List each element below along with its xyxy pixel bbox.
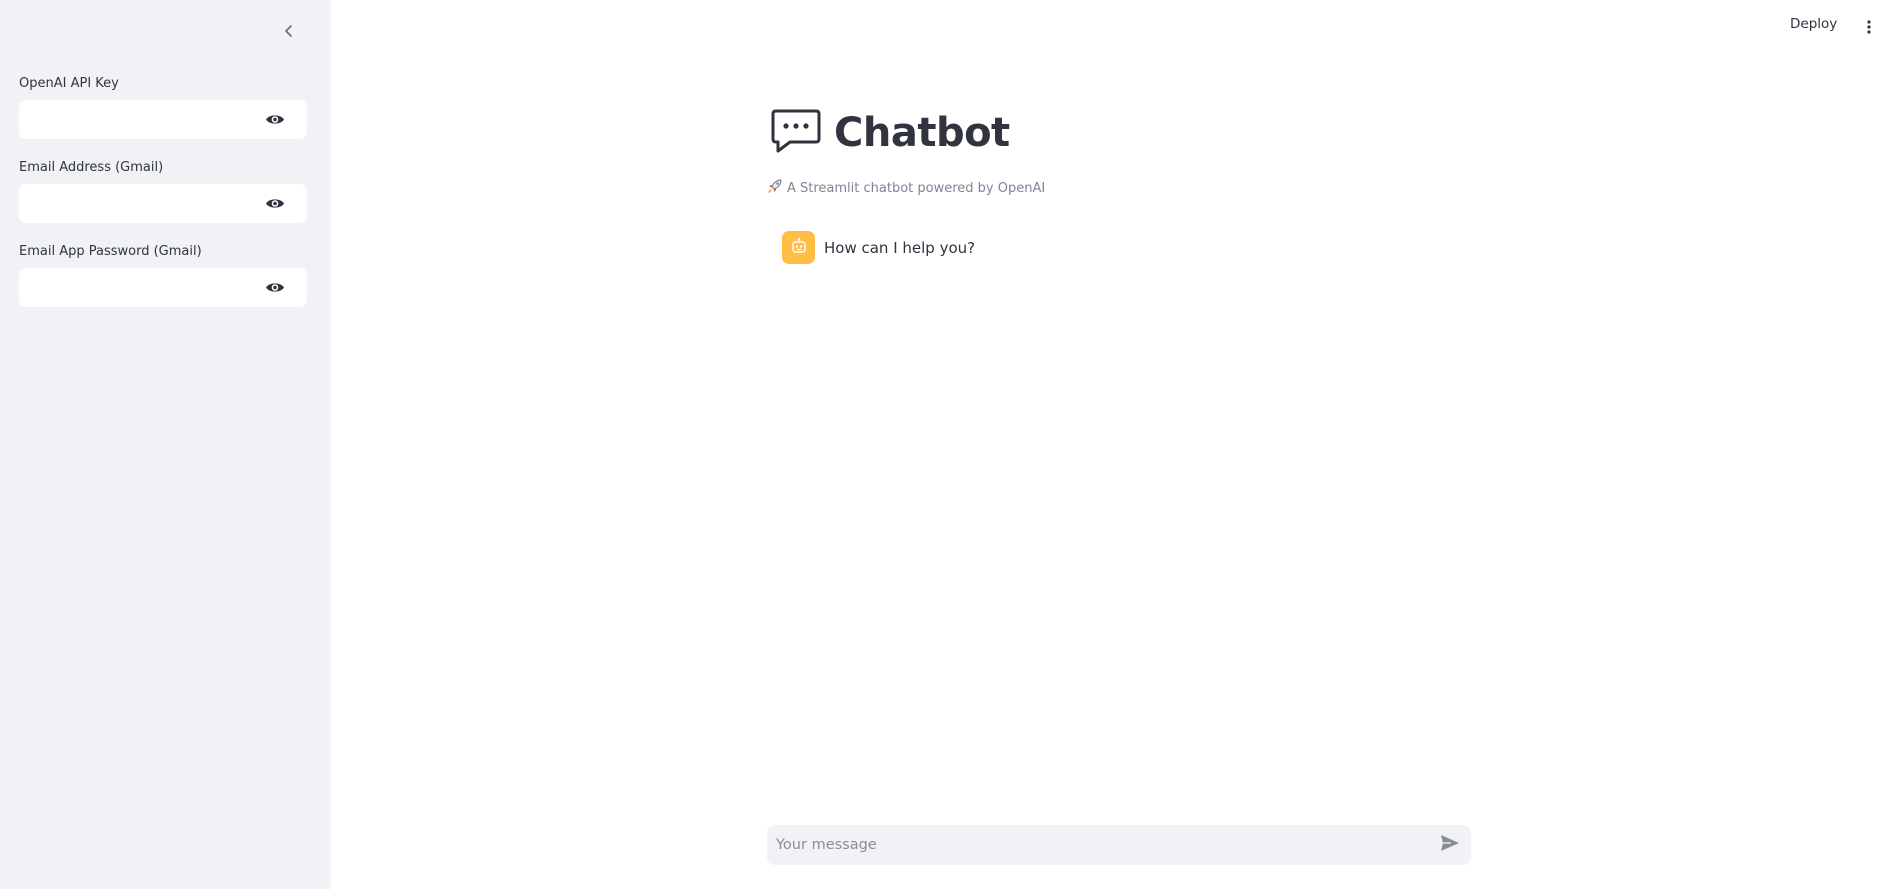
more-vertical-icon [1867,19,1871,38]
send-button[interactable] [1439,835,1461,855]
main-menu-button[interactable] [1862,16,1876,40]
api-key-field [19,100,307,139]
send-icon [1440,834,1460,856]
speech-bubble-icon [770,108,822,158]
chat-input[interactable] [767,825,1417,865]
app-password-label: Email App Password (Gmail) [19,244,202,259]
eye-icon[interactable] [265,195,285,212]
avatar [782,231,815,264]
email-label: Email Address (Gmail) [19,160,164,175]
message-text: How can I help you? [824,238,976,257]
deploy-button[interactable]: Deploy [1790,16,1837,32]
rocket-icon [767,178,783,198]
chat-message: How can I help you? [782,231,975,264]
app-password-input[interactable] [19,268,259,307]
page-title: Chatbot [834,110,1010,156]
page-header: Chatbot [770,108,1010,158]
eye-icon[interactable] [265,279,285,296]
email-input[interactable] [19,184,259,223]
api-key-label: OpenAI API Key [19,76,119,91]
eye-icon[interactable] [265,111,285,128]
api-key-input[interactable] [19,100,259,139]
collapse-sidebar-button[interactable] [278,21,300,43]
chat-input-container [767,825,1471,865]
chevron-left-icon [283,23,295,42]
email-field [19,184,307,223]
sidebar: OpenAI API Key Email Address (Gmail) Ema… [0,0,331,889]
page-caption: A Streamlit chatbot powered by OpenAI [767,178,1045,198]
app-password-field [19,268,307,307]
caption-text: A Streamlit chatbot powered by OpenAI [787,180,1046,196]
robot-icon [790,237,808,259]
